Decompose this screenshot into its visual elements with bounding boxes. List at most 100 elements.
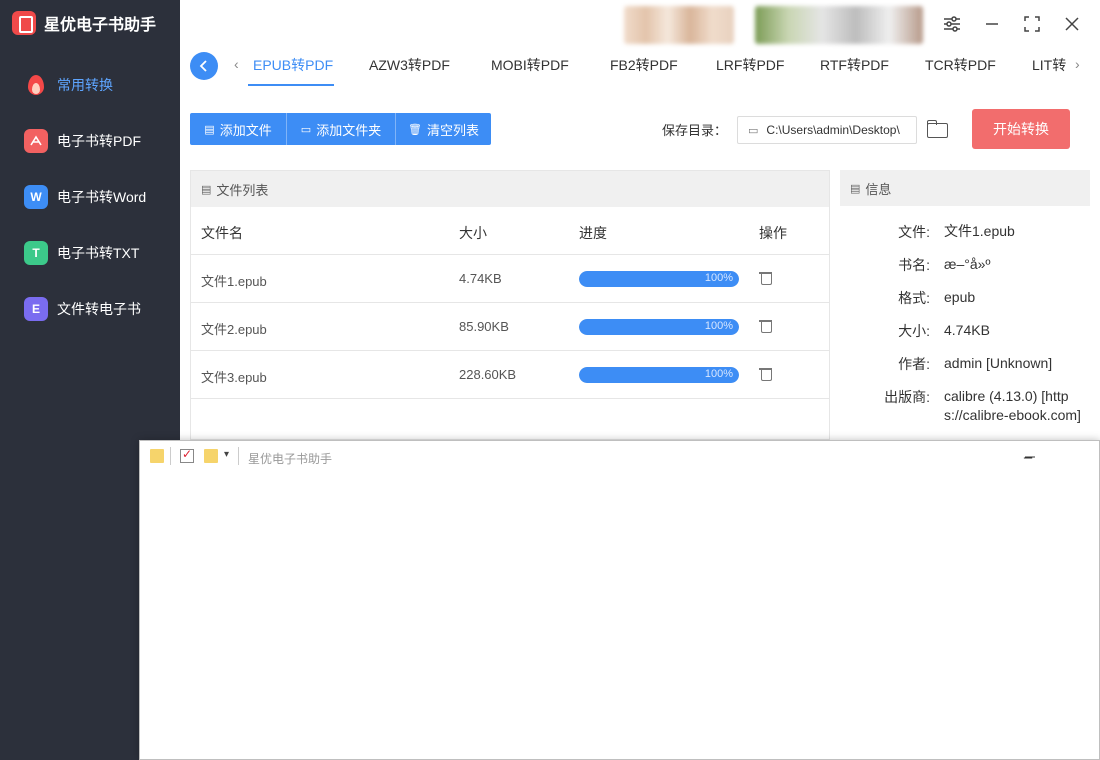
delete-icon[interactable] — [759, 318, 773, 334]
info-panel: ▤ 信息 文件: 文件1.epub 书名: æ–°å»º 格式: epub 大小… — [840, 170, 1090, 440]
sidebar-item-common[interactable]: 常用转换 — [0, 60, 180, 110]
info-value: epub — [944, 289, 976, 305]
sidebar-item-label: 电子书转PDF — [57, 133, 141, 149]
list-icon: ▤ — [201, 183, 212, 196]
table-row[interactable]: 文件1.epub 4.74KB 100% — [191, 255, 829, 303]
progress-text: 100% — [704, 272, 733, 284]
file-toolbar: ▤ 添加文件 ▭ 添加文件夹 🗑 清空列表 — [190, 113, 491, 145]
sidebar-item-ebook-to-pdf[interactable]: 电子书转PDF — [0, 116, 180, 166]
progress-bar: 100% — [579, 271, 739, 287]
file-name: 文件3.epub — [201, 370, 267, 385]
file-name: 文件1.epub — [201, 274, 267, 289]
progress-bar: 100% — [579, 367, 739, 383]
col-progress: 进度 — [579, 225, 607, 241]
tabs-next-icon[interactable]: › — [1075, 56, 1080, 72]
browse-folder-icon[interactable] — [926, 118, 948, 140]
info-title: 信息 — [865, 181, 892, 197]
info-value: admin [Unknown] — [944, 355, 1053, 371]
blurred-area — [755, 6, 923, 44]
file-list-title: 文件列表 — [216, 182, 269, 198]
table-header: 文件名 大小 进度 操作 — [191, 207, 829, 255]
info-value: æ–°å»º — [944, 256, 991, 272]
trash-icon: 🗑 — [408, 123, 422, 136]
sidebar-item-file-to-ebook[interactable]: E 文件转电子书 — [0, 284, 180, 334]
tabs-prev-icon[interactable]: ‹ — [234, 56, 239, 72]
table-row[interactable]: 文件3.epub 228.60KB 100% — [191, 351, 829, 399]
clear-list-button[interactable]: 🗑 清空列表 — [396, 113, 491, 145]
tab-rtf-to-pdf[interactable]: RTF转PDF — [820, 55, 889, 75]
file-list-panel: ▤ 文件列表 文件名 大小 进度 操作 文件1.epub 4.74KB 100%… — [190, 170, 830, 440]
blurred-area — [624, 6, 734, 44]
clear-list-label: 清空列表 — [426, 122, 479, 138]
file-explorer-window: ▾ 星优电子书助手 – — [139, 440, 1100, 760]
maximize-icon[interactable] — [1020, 12, 1044, 36]
sidebar-item-label: 文件转电子书 — [57, 301, 141, 317]
table-row[interactable]: 文件2.epub 85.90KB 100% — [191, 303, 829, 351]
tab-tcr-to-pdf[interactable]: TCR转PDF — [925, 55, 996, 75]
folder-icon: ▭ — [300, 123, 312, 136]
folder-icon — [150, 449, 164, 463]
customize-chevron-icon[interactable]: ▾ — [224, 449, 229, 460]
progress-text: 100% — [704, 368, 733, 380]
info-value: 文件1.epub — [944, 223, 1015, 239]
info-key: 书名: — [898, 257, 930, 273]
col-size: 大小 — [459, 225, 487, 241]
info-key: 作者: — [898, 356, 930, 372]
sidebar-item-label: 常用转换 — [57, 77, 113, 93]
explorer-title: 星优电子书助手 — [248, 452, 333, 466]
txt-icon: T — [24, 241, 48, 265]
properties-icon[interactable] — [180, 447, 194, 463]
brand: 星优电子书助手 — [12, 10, 156, 36]
tab-epub-to-pdf[interactable]: EPUB转PDF — [253, 55, 333, 75]
sidebar-item-label: 电子书转TXT — [57, 245, 140, 261]
info-key: 大小: — [898, 323, 930, 339]
app-title: 星优电子书助手 — [44, 17, 157, 34]
save-dir-value: C:\Users\admin\Desktop\ — [766, 123, 900, 137]
divider — [238, 447, 239, 465]
start-convert-button[interactable]: 开始转换 — [972, 109, 1070, 149]
info-value: 4.74KB — [944, 322, 990, 338]
sidebar-item-ebook-to-txt[interactable]: T 电子书转TXT — [0, 228, 180, 278]
file-size: 4.74KB — [459, 271, 502, 286]
tab-lit-to-pdf[interactable]: LIT转 — [1032, 55, 1066, 75]
settings-sliders-icon[interactable] — [940, 12, 964, 36]
file-name: 文件2.epub — [201, 322, 267, 337]
info-header: ▤ 信息 — [840, 170, 1090, 206]
save-dir-label: 保存目录： — [662, 123, 728, 138]
file-list-header: ▤ 文件列表 — [191, 171, 829, 207]
new-folder-icon[interactable] — [204, 449, 218, 463]
tab-azw3-to-pdf[interactable]: AZW3转PDF — [369, 55, 450, 75]
progress-bar: 100% — [579, 319, 739, 335]
info-value: calibre (4.13.0) [https://calibre-ebook.… — [944, 388, 1081, 423]
ebook-icon: E — [24, 297, 48, 321]
save-dir-input[interactable]: ▭ C:\Users\admin\Desktop\ — [737, 116, 917, 144]
col-action: 操作 — [759, 225, 787, 241]
tab-lrf-to-pdf[interactable]: LRF转PDF — [716, 55, 784, 75]
tab-mobi-to-pdf[interactable]: MOBI转PDF — [491, 55, 569, 75]
progress-text: 100% — [704, 320, 733, 332]
app-logo-icon — [12, 11, 36, 35]
file-icon: ▤ — [204, 123, 215, 136]
add-file-button[interactable]: ▤ 添加文件 — [190, 113, 287, 145]
file-size: 228.60KB — [459, 367, 517, 382]
close-icon[interactable] — [1060, 12, 1084, 36]
add-file-label: 添加文件 — [219, 122, 272, 138]
info-key: 出版商: — [884, 389, 930, 405]
file-size: 85.90KB — [459, 319, 509, 334]
add-folder-label: 添加文件夹 — [316, 122, 382, 138]
pdf-icon — [24, 129, 48, 153]
explorer-minimize-button[interactable] — [1020, 447, 1040, 467]
add-folder-button[interactable]: ▭ 添加文件夹 — [287, 113, 396, 145]
col-name: 文件名 — [201, 225, 243, 241]
delete-icon[interactable] — [759, 270, 773, 286]
active-tab-indicator — [248, 84, 334, 86]
tab-fb2-to-pdf[interactable]: FB2转PDF — [610, 55, 678, 75]
divider — [170, 447, 171, 465]
minimize-icon[interactable] — [980, 12, 1004, 36]
info-key: 格式: — [898, 290, 930, 306]
sidebar-item-ebook-to-word[interactable]: W 电子书转Word — [0, 172, 180, 222]
info-key: 文件: — [898, 224, 930, 240]
sidebar-item-label: 电子书转Word — [57, 189, 147, 205]
back-button[interactable] — [190, 52, 218, 80]
delete-icon[interactable] — [759, 366, 773, 382]
